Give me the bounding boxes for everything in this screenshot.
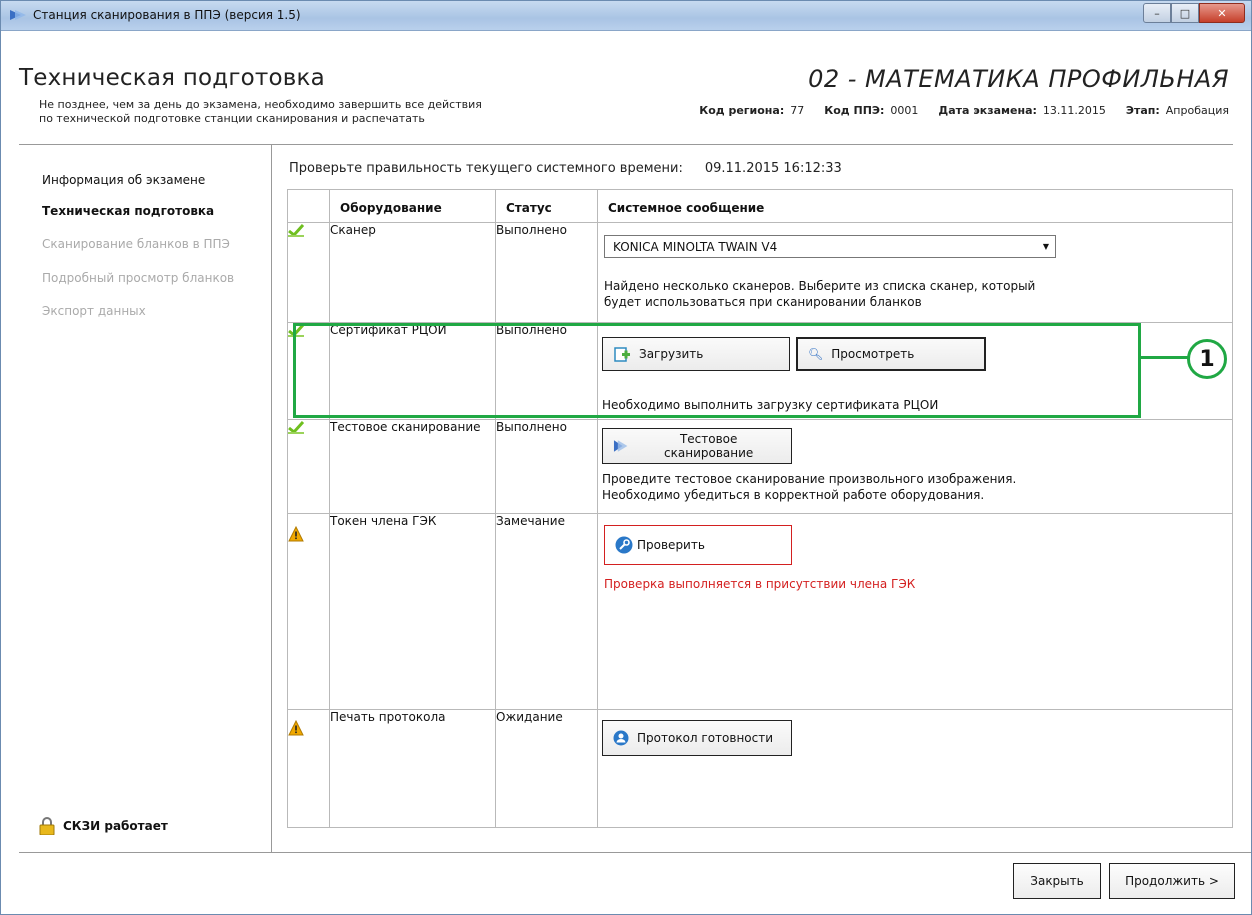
table-row-test-scan: Тестовое сканирование Выполнено Тестовое… — [287, 419, 1233, 514]
ppe-code-label: Код ППЭ: — [824, 104, 885, 117]
callout-connector — [1141, 356, 1193, 359]
checkmark-icon — [288, 223, 304, 237]
scanner-select-value: KONICA MINOLTA TWAIN V4 — [613, 239, 778, 254]
chevron-down-icon: ▼ — [1042, 242, 1049, 251]
header-equipment: Оборудование — [329, 189, 496, 223]
protocol-equipment: Печать протокола — [329, 709, 496, 828]
header-status: Статус — [495, 189, 598, 223]
scanner-app-icon — [10, 10, 26, 20]
ppe-code: Код ППЭ: 0001 — [824, 104, 918, 117]
test-scan-message: Проведите тестовое сканирование произвол… — [602, 471, 1222, 503]
scanner-equipment: Сканер — [329, 222, 496, 323]
exam-stage-label: Этап: — [1125, 104, 1160, 117]
window-title: Станция сканирования в ППЭ (версия 1.5) — [33, 8, 301, 22]
page-title: Техническая подготовка — [19, 65, 325, 91]
callout-marker: 1 — [1187, 339, 1227, 379]
scanner-message-cell: KONICA MINOLTA TWAIN V4 ▼ Найдено нескол… — [597, 222, 1233, 323]
sidebar-item-detailed-view: Подробный просмотр бланков — [42, 271, 235, 285]
test-scan-message-cell: Тестовое сканирование Проведите тестовое… — [597, 419, 1233, 514]
system-time-value: 09.11.2015 16:12:33 — [704, 161, 842, 176]
exam-date-label: Дата экзамена: — [938, 104, 1037, 117]
token-message-cell: Проверить Проверка выполняется в присутс… — [597, 513, 1233, 710]
exam-date: Дата экзамена: 13.11.2015 — [938, 104, 1106, 117]
region-code: Код региона: 77 — [699, 104, 804, 117]
region-code-label: Код региона: — [699, 104, 785, 117]
scanner-select[interactable]: KONICA MINOLTA TWAIN V4 ▼ — [604, 235, 1056, 258]
page-subtitle: Не позднее, чем за день до экзамена, нео… — [39, 98, 559, 126]
protocol-status-cell — [287, 709, 330, 828]
continue-button[interactable]: Продолжить > — [1109, 863, 1235, 899]
test-scan-message-line-1: Проведите тестовое сканирование произвол… — [602, 472, 1017, 486]
header-icon — [287, 189, 330, 223]
sidebar-item-tech-prep[interactable]: Техническая подготовка — [42, 204, 214, 218]
scanner-message-line-1: Найдено несколько сканеров. Выберите из … — [604, 279, 1036, 293]
verify-token-label: Проверить — [637, 538, 705, 552]
test-scan-status-cell — [287, 419, 330, 514]
readiness-protocol-button[interactable]: Протокол готовности — [602, 720, 792, 756]
test-scan-status: Выполнено — [495, 419, 598, 514]
sidebar-item-scanning: Сканирование бланков в ППЭ — [42, 237, 230, 251]
scanner-message: Найдено несколько сканеров. Выберите из … — [604, 278, 1222, 310]
certificate-highlight-box — [293, 323, 1141, 418]
title-bar[interactable]: Станция сканирования в ППЭ (версия 1.5) … — [1, 1, 1251, 31]
readiness-protocol-label: Протокол готовности — [637, 731, 774, 745]
footer-divider — [19, 852, 1251, 853]
minimize-button[interactable]: – — [1143, 3, 1171, 23]
maximize-button[interactable]: □ — [1171, 3, 1199, 23]
exam-stage: Этап: Апробация — [1126, 104, 1229, 117]
equipment-table: Оборудование Статус Системное сообщение … — [287, 189, 1233, 828]
scanner-message-line-2: будет использоваться при сканировании бл… — [604, 295, 922, 309]
warning-icon — [288, 720, 304, 736]
user-icon — [613, 730, 629, 746]
token-equipment: Токен члена ГЭК — [329, 513, 496, 710]
lock-icon — [39, 817, 55, 835]
scanner-status-cell — [287, 222, 330, 323]
system-time-row: Проверьте правильность текущего системно… — [289, 161, 842, 176]
region-code-value: 77 — [790, 104, 805, 117]
system-time-label: Проверьте правильность текущего системно… — [289, 161, 683, 176]
warning-icon — [288, 526, 304, 542]
table-row-scanner: Сканер Выполнено KONICA MINOLTA TWAIN V4… — [287, 222, 1233, 323]
scanner-status: Выполнено — [495, 222, 598, 323]
ppe-code-value: 0001 — [890, 104, 919, 117]
test-scan-equipment: Тестовое сканирование — [329, 419, 496, 514]
close-window-button[interactable]: ✕ — [1199, 3, 1245, 23]
verify-token-button[interactable]: Проверить — [604, 525, 792, 565]
scanner-icon — [613, 440, 628, 452]
exam-date-value: 13.11.2015 — [1042, 104, 1106, 117]
crypto-status-label: СКЗИ работает — [63, 819, 168, 833]
table-header-row: Оборудование Статус Системное сообщение — [287, 189, 1233, 223]
window-controls: – □ ✕ — [1143, 3, 1245, 23]
wrench-icon — [615, 536, 633, 554]
sidebar-nav: Информация об экзамене Техническая подго… — [19, 145, 272, 852]
exam-stage-value: Апробация — [1165, 104, 1229, 117]
crypto-status: СКЗИ работает — [39, 817, 168, 835]
subtitle-line-2: по технической подготовке станции сканир… — [39, 112, 425, 125]
token-status-cell — [287, 513, 330, 710]
header-message: Системное сообщение — [597, 189, 1233, 223]
token-message: Проверка выполняется в присутствии члена… — [604, 577, 916, 591]
protocol-status: Ожидание — [495, 709, 598, 828]
test-scan-message-line-2: Необходимо убедиться в корректной работе… — [602, 488, 985, 502]
subtitle-line-1: Не позднее, чем за день до экзамена, нео… — [39, 98, 482, 111]
sidebar-item-exam-info[interactable]: Информация об экзамене — [42, 173, 205, 187]
exam-subject: 02 - МАТЕМАТИКА ПРОФИЛЬНАЯ — [808, 65, 1229, 93]
exam-meta: Код региона: 77 Код ППЭ: 0001 Дата экзамен… — [699, 104, 1229, 117]
sidebar-item-export: Экспорт данных — [42, 304, 146, 318]
checkmark-icon — [288, 420, 304, 434]
table-row-token: Токен члена ГЭК Замечание Проверить Пров… — [287, 513, 1233, 710]
test-scan-label: Тестовое сканирование — [664, 432, 754, 460]
test-scan-button[interactable]: Тестовое сканирование — [602, 428, 792, 464]
table-row-protocol: Печать протокола Ожидание Протокол готов… — [287, 709, 1233, 828]
app-window: Станция сканирования в ППЭ (версия 1.5) … — [0, 0, 1252, 915]
close-button[interactable]: Закрыть — [1013, 863, 1101, 899]
protocol-message-cell: Протокол готовности — [597, 709, 1233, 828]
token-status: Замечание — [495, 513, 598, 710]
